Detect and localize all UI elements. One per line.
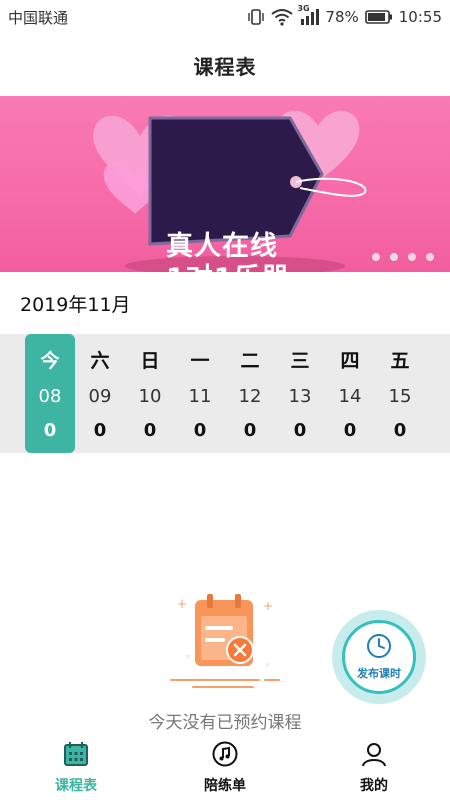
nav-item-profile[interactable]: 我的 — [314, 735, 434, 800]
lesson-count: 0 — [43, 420, 57, 441]
empty-state-message: 今天没有已预约课程 — [148, 713, 302, 733]
carousel-indicator — [372, 253, 434, 261]
bottom-navigation: 课程表 陪练单 我的 — [0, 735, 450, 800]
week-strip: 今 08 0 六 09 0 日 10 0 一 11 0 二 12 0 三 13 … — [0, 334, 450, 453]
date-number: 14 — [338, 386, 362, 407]
publish-lesson-label: 发布课时 — [357, 667, 401, 680]
banner-text-line1: 真人在线 — [166, 231, 278, 262]
svg-text:+: + — [263, 599, 273, 613]
date-number: 10 — [138, 386, 162, 407]
banner-text-line2: 1对1乐器 — [166, 264, 290, 273]
day-column[interactable]: 一 11 0 — [175, 334, 225, 453]
promo-banner[interactable]: 真人在线 1对1乐器 陪练 — [0, 96, 450, 272]
nav-item-schedule[interactable]: 课程表 — [16, 735, 136, 800]
day-column[interactable]: 四 14 0 — [325, 334, 375, 453]
date-number: 11 — [188, 386, 212, 407]
lesson-count: 0 — [193, 420, 207, 441]
signal-icon: 3G — [297, 4, 320, 26]
svg-text:+: + — [177, 597, 187, 611]
weekday-label: 六 — [90, 350, 110, 372]
music-note-icon — [212, 741, 238, 767]
status-bar: 中国联通 3G 78% 10:55 — [0, 0, 450, 34]
lesson-count: 0 — [393, 420, 407, 441]
weekday-label: 二 — [240, 350, 260, 372]
battery-icon — [364, 9, 393, 25]
carousel-dot-active[interactable] — [390, 253, 398, 261]
lesson-count: 0 — [293, 420, 307, 441]
day-column[interactable]: 五 15 0 — [375, 334, 425, 453]
calendar-icon — [63, 741, 89, 767]
day-column-today[interactable]: 今 08 0 — [25, 334, 75, 453]
publish-lesson-button[interactable]: 发布课时 — [332, 610, 426, 704]
nav-label: 我的 — [360, 778, 388, 794]
nav-label: 课程表 — [55, 778, 97, 794]
svg-text:◦: ◦ — [265, 661, 270, 671]
nav-item-practice-orders[interactable]: 陪练单 — [165, 735, 285, 800]
day-column[interactable]: 三 13 0 — [275, 334, 325, 453]
nav-label: 陪练单 — [204, 778, 246, 794]
weekday-label: 五 — [390, 350, 410, 372]
date-number: 09 — [88, 386, 112, 407]
weekday-label: 四 — [340, 350, 360, 372]
day-column[interactable]: 日 10 0 — [125, 334, 175, 453]
network-type: 3G — [297, 4, 310, 13]
publish-lesson-button-inner[interactable]: 发布课时 — [342, 620, 416, 694]
clock-time: 10:55 — [398, 8, 442, 26]
date-number: 15 — [388, 386, 412, 407]
svg-text:◦: ◦ — [185, 652, 191, 663]
user-icon — [361, 741, 387, 767]
carousel-dot[interactable] — [426, 253, 434, 261]
status-indicators: 3G 78% 10:55 — [247, 4, 442, 28]
carousel-dot[interactable] — [372, 253, 380, 261]
carrier-name: 中国联通 — [8, 9, 69, 27]
weekday-label: 日 — [140, 350, 160, 372]
date-number: 12 — [238, 386, 262, 407]
page-title: 课程表 — [193, 54, 257, 79]
day-column[interactable]: 二 12 0 — [225, 334, 275, 453]
lesson-count: 0 — [143, 420, 157, 441]
date-number: 13 — [288, 386, 312, 407]
lesson-count: 0 — [343, 420, 357, 441]
lesson-count: 0 — [243, 420, 257, 441]
weekday-label: 今 — [40, 350, 60, 372]
lesson-count: 0 — [93, 420, 107, 441]
vibrate-icon — [247, 8, 265, 26]
day-column[interactable]: 六 09 0 — [75, 334, 125, 453]
weekday-label: 三 — [290, 350, 310, 372]
clock-icon — [366, 633, 392, 663]
carousel-dot[interactable] — [408, 253, 416, 261]
weekday-label: 一 — [190, 350, 210, 372]
date-number: 08 — [38, 386, 62, 407]
app-header: 课程表 — [0, 34, 450, 96]
battery-percent: 78% — [325, 8, 359, 26]
wifi-icon — [271, 8, 294, 26]
calendar-cancel-icon: + + ◦ ◦ — [163, 586, 287, 696]
month-label: 2019年11月 — [20, 294, 131, 316]
